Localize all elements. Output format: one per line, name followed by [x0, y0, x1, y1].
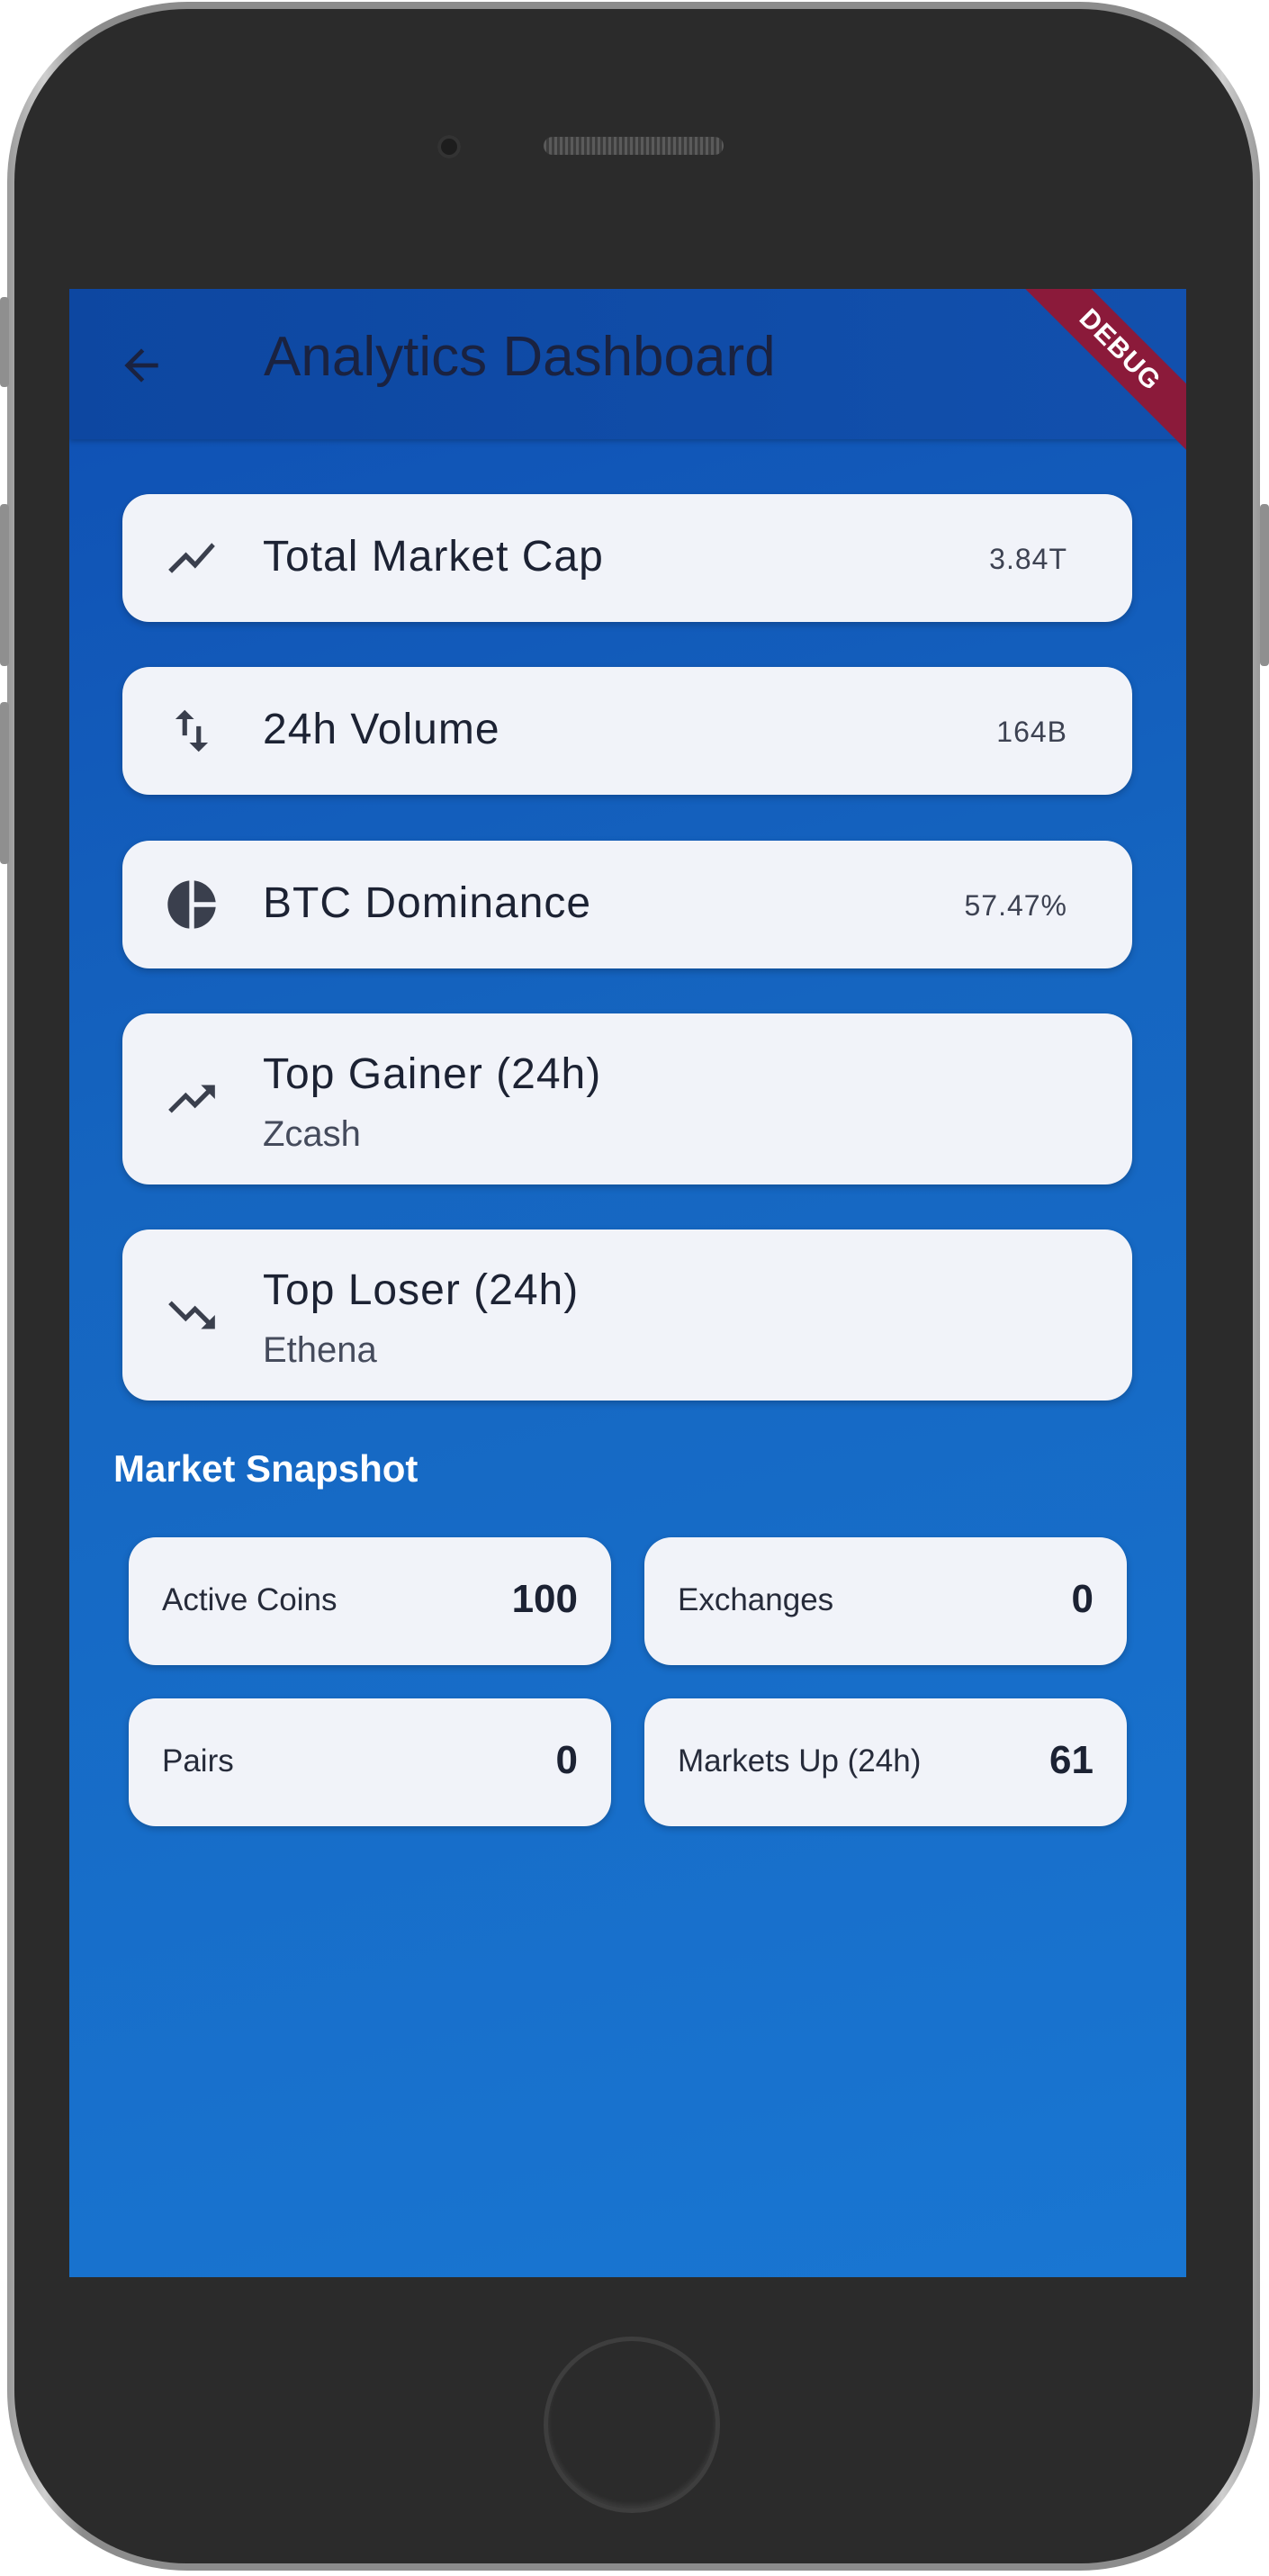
stat-title: Top Loser (24h)	[263, 1266, 580, 1314]
stat-card-total-market-cap[interactable]: Total Market Cap 3.84T	[122, 494, 1132, 622]
tile-value: 0	[555, 1738, 578, 1782]
stat-title: BTC Dominance	[263, 879, 592, 927]
pie-chart-icon	[162, 875, 221, 934]
stat-subtitle: Zcash	[263, 1114, 361, 1154]
trending-up-icon	[162, 1069, 221, 1129]
swap-vert-icon	[162, 701, 221, 761]
page-title: Analytics Dashboard	[264, 326, 776, 388]
power-button	[1260, 504, 1269, 666]
app-screen: Analytics Dashboard DEBUG Total Market C…	[69, 289, 1186, 2277]
tile-label: Markets Up (24h)	[678, 1743, 922, 1779]
home-button[interactable]	[544, 2337, 720, 2513]
snapshot-tile-pairs[interactable]: Pairs 0	[129, 1698, 611, 1826]
volume-up-button	[0, 504, 9, 666]
stat-card-24h-volume[interactable]: 24h Volume 164B	[122, 667, 1132, 795]
tile-value: 100	[511, 1577, 578, 1621]
back-button[interactable]	[112, 336, 171, 395]
stat-value: 3.84T	[989, 543, 1067, 575]
earpiece-speaker	[544, 137, 724, 155]
snapshot-tile-active-coins[interactable]: Active Coins 100	[129, 1537, 611, 1665]
tile-label: Pairs	[162, 1743, 234, 1779]
stat-value: 164B	[996, 716, 1067, 748]
stat-value: 57.47%	[964, 889, 1067, 922]
front-camera	[437, 135, 461, 158]
stat-title: Top Gainer (24h)	[263, 1050, 602, 1098]
stat-title: 24h Volume	[263, 706, 500, 753]
snapshot-tile-markets-up[interactable]: Markets Up (24h) 61	[644, 1698, 1127, 1826]
stat-subtitle: Ethena	[263, 1330, 377, 1370]
volume-down-button	[0, 702, 9, 864]
tile-value: 0	[1071, 1577, 1094, 1621]
app-bar: Analytics Dashboard	[69, 289, 1186, 439]
arrow-back-icon	[124, 348, 158, 383]
stat-title: Total Market Cap	[263, 533, 604, 581]
section-title-market-snapshot: Market Snapshot	[113, 1447, 418, 1490]
trending-down-icon	[162, 1285, 221, 1345]
tile-label: Active Coins	[162, 1582, 338, 1617]
stat-card-top-loser[interactable]: Top Loser (24h) Ethena	[122, 1229, 1132, 1401]
trending-line-icon	[162, 528, 221, 588]
stat-card-btc-dominance[interactable]: BTC Dominance 57.47%	[122, 841, 1132, 968]
snapshot-tile-exchanges[interactable]: Exchanges 0	[644, 1537, 1127, 1665]
tile-value: 61	[1049, 1738, 1094, 1782]
stat-card-top-gainer[interactable]: Top Gainer (24h) Zcash	[122, 1013, 1132, 1184]
side-switch	[0, 297, 9, 387]
tile-label: Exchanges	[678, 1582, 834, 1617]
